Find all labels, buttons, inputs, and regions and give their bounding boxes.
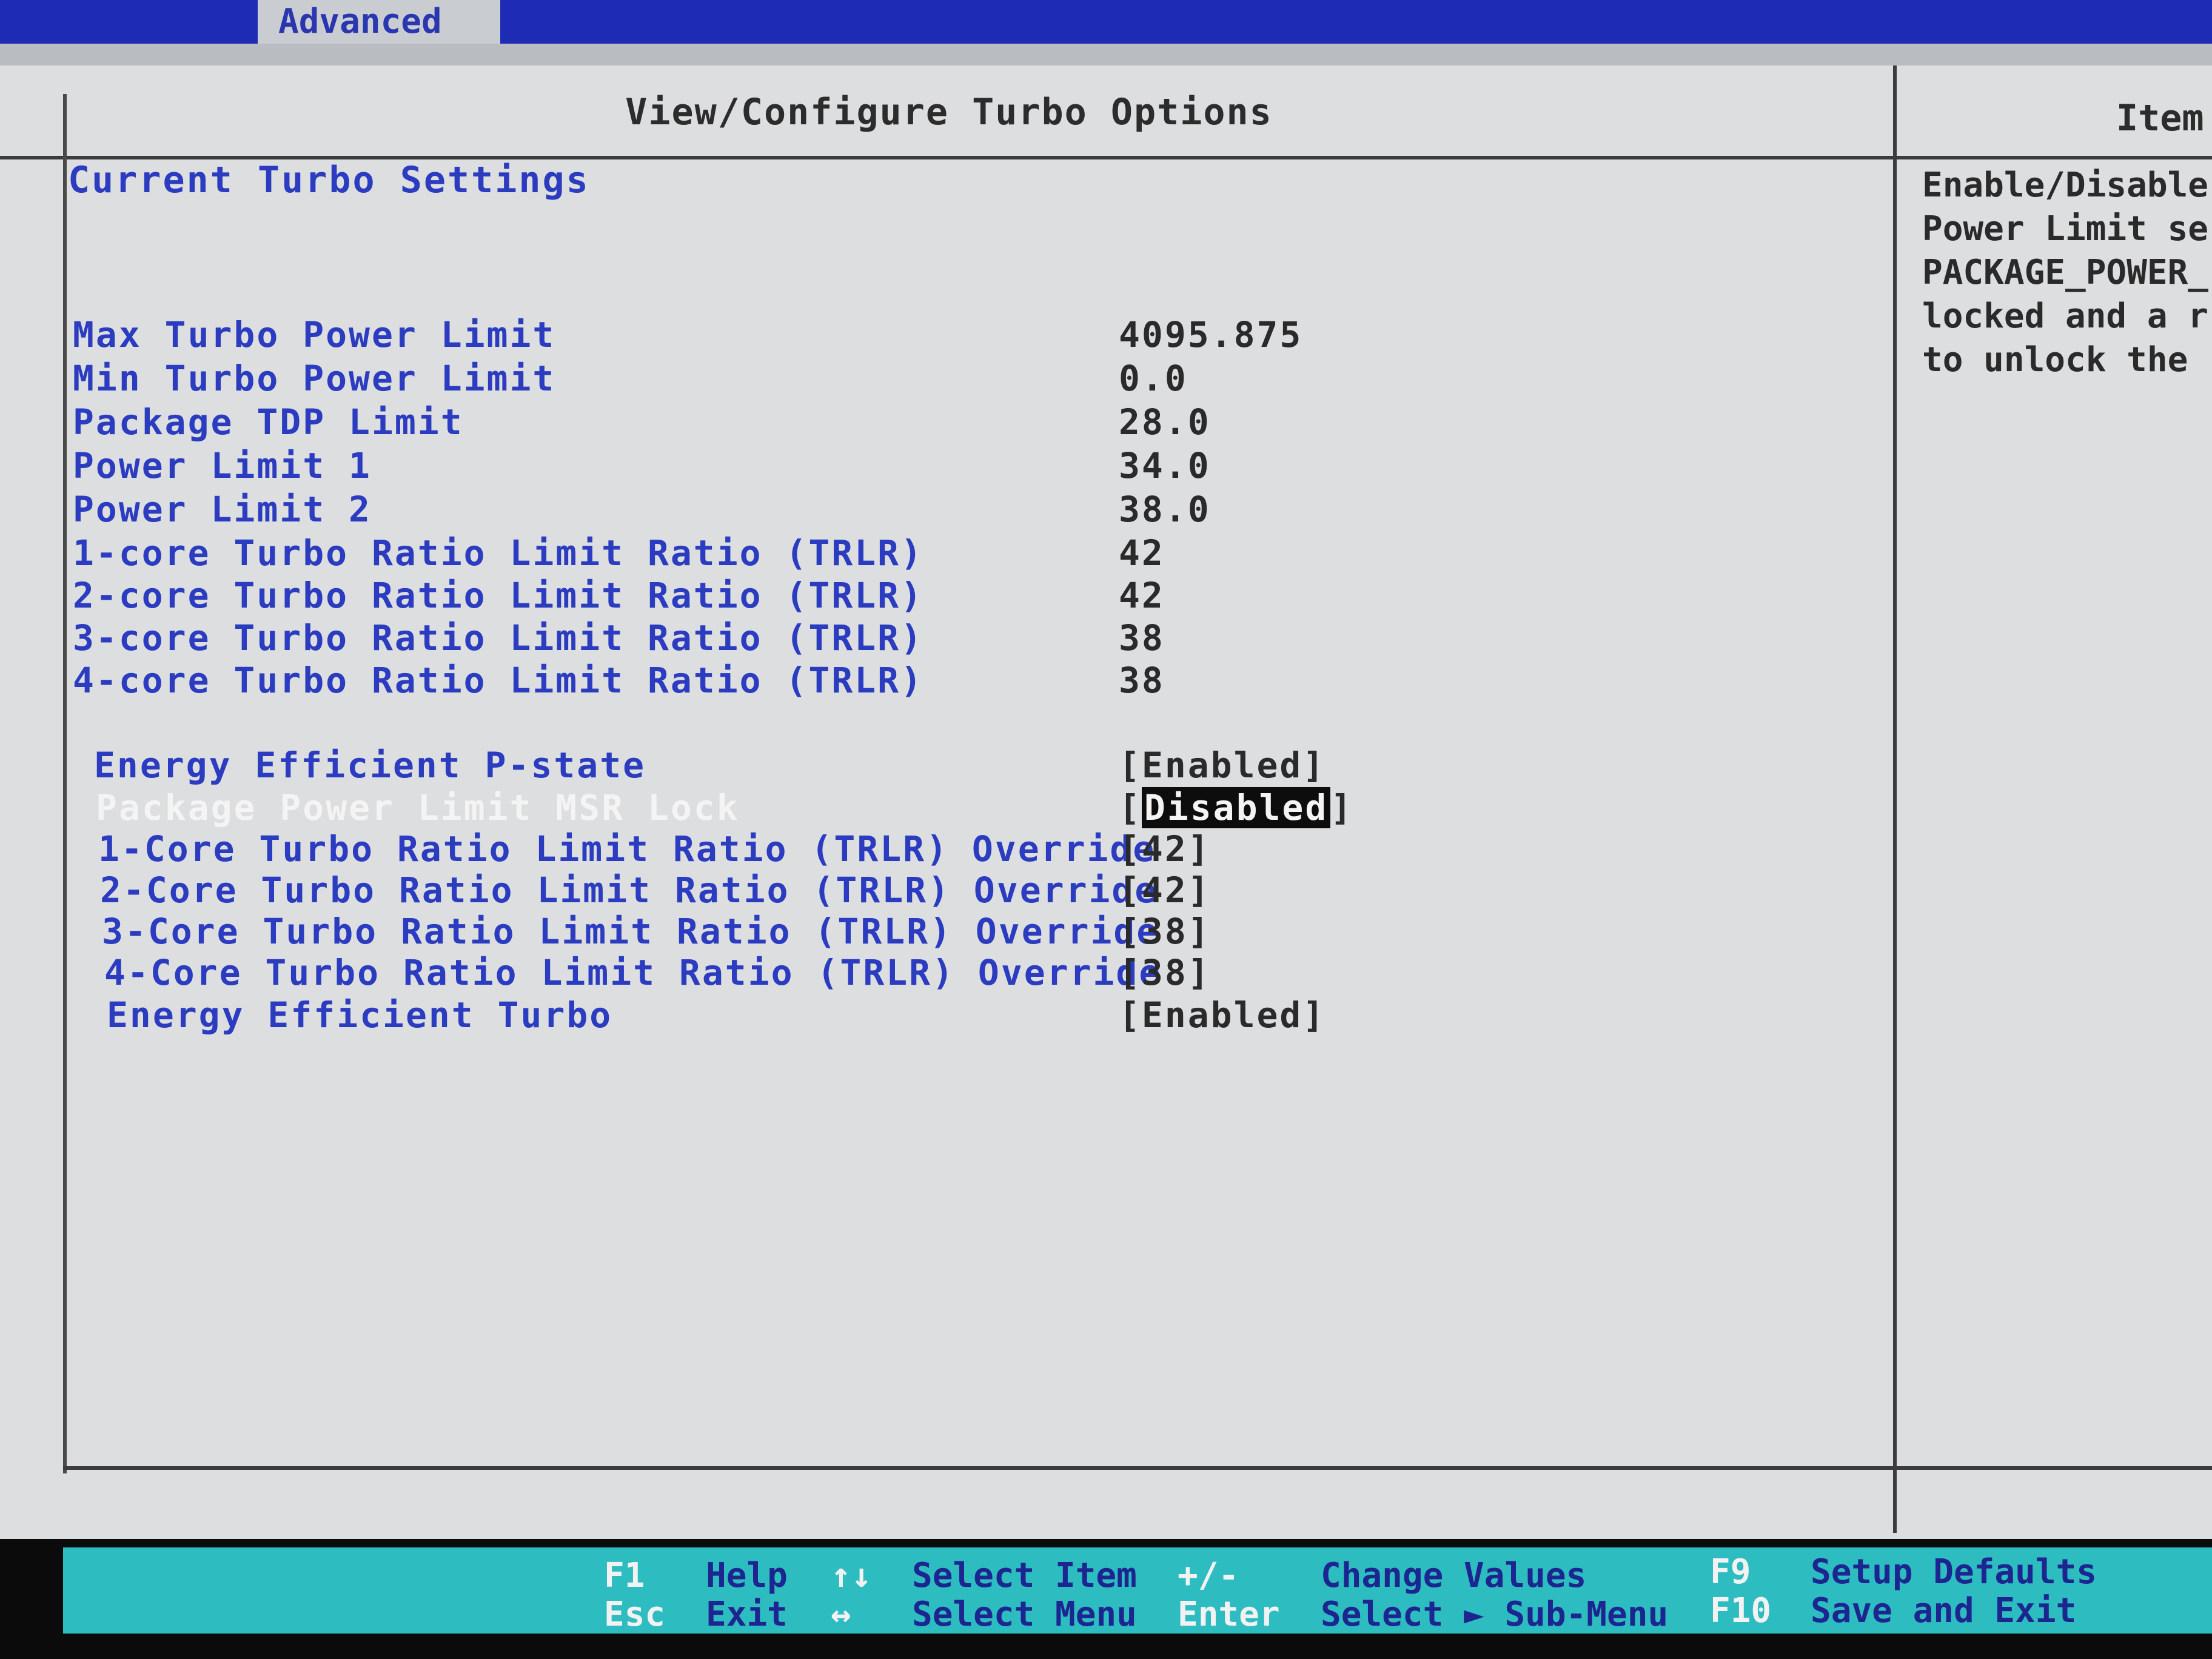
option-package-power-limit-msr-lock[interactable]: Package Power Limit MSR Lock [Disabled] [0,787,1880,830]
help-divider [1893,65,1897,1533]
info-label: Min Turbo Power Limit [73,358,556,399]
option-value[interactable]: [42] [1119,870,1211,911]
option-label: Energy Efficient Turbo [107,994,613,1036]
updown-arrows-icon: ↑↓ [831,1556,872,1595]
info-label: Power Limit 1 [73,445,372,486]
option-value-selected[interactable]: [Disabled] [1119,787,1353,828]
info-label: 1-core Turbo Ratio Limit Ratio (TRLR) [73,532,924,574]
info-value: 38 [1119,617,1165,659]
status-bar: F1 Help Esc Exit ↑↓ Select Item ↔ Select… [63,1547,2212,1634]
key-enter-desc: Select ► Sub-Menu [1321,1595,1669,1634]
option-label: 3-Core Turbo Ratio Limit Ratio (TRLR) Ov… [102,911,1160,952]
option-3-core-trlr-override[interactable]: 3-Core Turbo Ratio Limit Ratio (TRLR) Ov… [0,911,1880,953]
menu-bar: Advanced [0,0,2212,44]
option-energy-efficient-turbo[interactable]: Energy Efficient Turbo [Enabled] [0,994,1880,1037]
key-leftright-desc: Select Menu [912,1595,1137,1634]
bracket-open: [ [1119,787,1142,828]
info-row-1-core-trlr: 1-core Turbo Ratio Limit Ratio (TRLR) 42 [0,532,1880,575]
info-row-4-core-trlr: 4-core Turbo Ratio Limit Ratio (TRLR) 38 [0,660,1880,702]
key-updown-desc: Select Item [912,1556,1137,1595]
frame-bottom-border [63,1466,2212,1470]
option-label: 4-Core Turbo Ratio Limit Ratio (TRLR) Ov… [104,952,1162,993]
option-value[interactable]: [38] [1119,911,1211,952]
menu-separator [0,44,2212,68]
info-value: 28.0 [1119,401,1211,443]
option-value[interactable]: [42] [1119,828,1211,870]
option-4-core-trlr-override[interactable]: 4-Core Turbo Ratio Limit Ratio (TRLR) Ov… [0,952,1880,994]
info-value: 42 [1119,575,1165,616]
key-plus-minus-desc: Change Values [1321,1556,1587,1595]
info-row-3-core-trlr: 3-core Turbo Ratio Limit Ratio (TRLR) 38 [0,617,1880,660]
option-energy-efficient-p-state[interactable]: Energy Efficient P-state [Enabled] [0,745,1880,787]
info-label: 3-core Turbo Ratio Limit Ratio (TRLR) [73,617,924,659]
leftright-arrows-icon: ↔ [831,1595,851,1634]
info-label: Package TDP Limit [73,401,464,443]
key-f10-desc: Save and Exit [1811,1591,2077,1631]
info-label: 2-core Turbo Ratio Limit Ratio (TRLR) [73,575,924,616]
key-f9-desc: Setup Defaults [1811,1552,2097,1592]
info-row-power-limit-2: Power Limit 2 38.0 [0,489,1880,531]
info-label: Power Limit 2 [73,489,372,530]
selected-value-highlight[interactable]: Disabled [1141,787,1331,828]
key-plus-minus: +/- [1178,1556,1239,1595]
help-panel-title: Item [2116,97,2204,139]
item-help-text: Enable/Disable Power Limit se PACKAGE_PO… [1922,166,2209,380]
info-row-package-tdp-limit: Package TDP Limit 28.0 [0,401,1880,444]
page-title: View/Configure Turbo Options [625,91,1273,133]
info-row-max-turbo-power-limit: Max Turbo Power Limit 4095.875 [0,314,1880,357]
option-value[interactable]: [38] [1119,952,1211,993]
info-label: Max Turbo Power Limit [73,314,556,355]
key-esc: Esc [604,1595,666,1634]
info-row-power-limit-1: Power Limit 1 34.0 [0,445,1880,488]
bracket-close: ] [1330,787,1354,828]
section-title: Current Turbo Settings [68,159,590,201]
key-f9: F9 [1710,1552,1751,1592]
option-value[interactable]: [Enabled] [1119,745,1326,786]
key-f1-desc: Help [706,1556,788,1595]
key-esc-desc: Exit [706,1595,788,1634]
option-1-core-trlr-override[interactable]: 1-Core Turbo Ratio Limit Ratio (TRLR) Ov… [0,828,1880,871]
info-value: 38.0 [1119,489,1211,530]
tab-advanced[interactable]: Advanced [258,0,500,44]
info-row-min-turbo-power-limit: Min Turbo Power Limit 0.0 [0,358,1880,400]
key-enter: Enter [1178,1595,1280,1634]
option-value[interactable]: [Enabled] [1119,994,1326,1036]
panel-header: View/Configure Turbo Options Item [0,65,2212,159]
option-label: 1-Core Turbo Ratio Limit Ratio (TRLR) Ov… [98,828,1156,870]
info-value: 38 [1119,660,1165,701]
option-label: Energy Efficient P-state [94,745,646,786]
info-value: 42 [1119,532,1165,574]
key-f10: F10 [1710,1591,1772,1631]
info-label: 4-core Turbo Ratio Limit Ratio (TRLR) [73,660,924,701]
option-2-core-trlr-override[interactable]: 2-Core Turbo Ratio Limit Ratio (TRLR) Ov… [0,870,1880,912]
info-value: 34.0 [1119,445,1211,486]
option-label: Package Power Limit MSR Lock [96,787,740,828]
info-value: 0.0 [1119,358,1188,399]
info-value: 4095.875 [1119,314,1303,355]
key-f1: F1 [604,1556,645,1595]
option-label: 2-Core Turbo Ratio Limit Ratio (TRLR) Ov… [100,870,1158,911]
info-row-2-core-trlr: 2-core Turbo Ratio Limit Ratio (TRLR) 42 [0,575,1880,617]
